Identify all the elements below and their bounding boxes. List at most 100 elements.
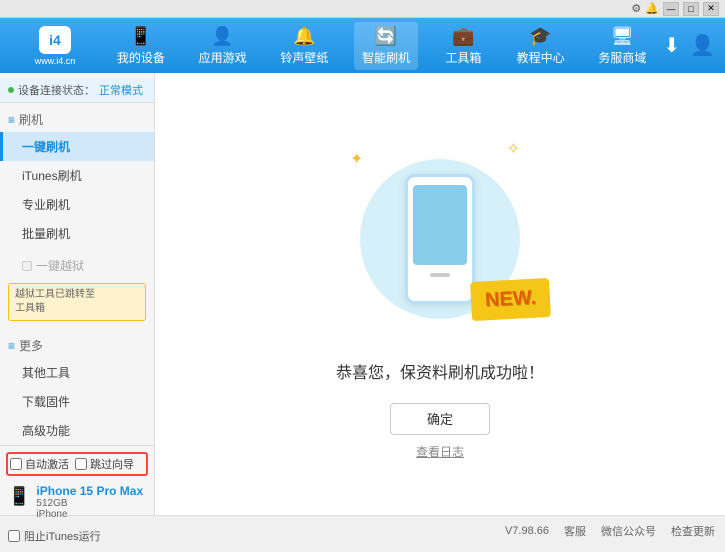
itunes-label[interactable]: 阻止iTunes运行 [24, 528, 101, 544]
sidebar: 设备连接状态： 正常模式 ≡ 刷机 一键刷机 iTunes刷机 专业刷机 批量刷… [0, 73, 155, 515]
device-storage: 512GB [36, 498, 143, 509]
content-area: NEW. ✦ ✧ 恭喜您，保资料刷机成功啦！ 确定 查看日志 [155, 73, 725, 515]
nav-apps-label: 应用游戏 [199, 49, 247, 66]
sparkle-icon-tl: ✦ [350, 149, 363, 169]
main: 设备连接状态： 正常模式 ≡ 刷机 一键刷机 iTunes刷机 专业刷机 批量刷… [0, 73, 725, 515]
flash-section-icon: ≡ [8, 113, 15, 127]
sidebar-batch-flash[interactable]: 批量刷机 [0, 219, 154, 248]
phone-body [405, 174, 475, 304]
itunes-checkbox[interactable] [8, 530, 20, 542]
sparkle-icon-tr: ✧ [507, 139, 520, 159]
toolbox-icon: 💼 [452, 26, 474, 47]
win-close[interactable]: ✕ [703, 2, 719, 16]
sidebar-bottom: 自动激活 跳过向导 📱 iPhone 15 Pro Max 512GB iPho… [0, 445, 154, 552]
logo-text: i4 [49, 32, 61, 48]
apps-icon: 👤 [211, 26, 233, 47]
log-link[interactable]: 查看日志 [416, 443, 464, 460]
nav-service[interactable]: 🖥 务服商域 [590, 22, 654, 70]
tutorial-icon: 🎓 [529, 26, 551, 47]
header: i4 www.i4.cn 📱 我的设备 👤 应用游戏 🔔 铃声壁纸 🔄 智能刷机… [0, 18, 725, 73]
auto-guide-item: 跳过向导 [75, 456, 134, 472]
device-details: iPhone 15 Pro Max 512GB iPhone [36, 484, 143, 520]
device-type: iPhone [36, 509, 143, 520]
phone-icon: 📱 [8, 486, 30, 507]
auto-activate-checkbox[interactable] [10, 458, 22, 470]
phone-btn [430, 273, 450, 277]
download-firmware-label: 下载固件 [22, 395, 70, 409]
pro-flash-label: 专业刷机 [22, 198, 70, 212]
nav-toolbox-label: 工具箱 [445, 49, 481, 66]
itunes-row: 阻止iTunes运行 [6, 524, 148, 548]
confirm-button[interactable]: 确定 [390, 403, 490, 435]
logo-subtitle: www.i4.cn [35, 56, 76, 66]
device-info: 📱 iPhone 15 Pro Max 512GB iPhone [6, 480, 148, 524]
logo-icon: i4 [39, 26, 71, 54]
ringtone-icon: 🔔 [293, 26, 315, 47]
status-label: 设备连接状态： [18, 82, 95, 98]
other-tools-label: 其他工具 [22, 366, 70, 380]
sidebar-itunes-flash[interactable]: iTunes刷机 [0, 161, 154, 190]
phone-screen [413, 185, 467, 265]
disabled-label: 一键越狱 [36, 257, 84, 274]
service-icon: 🖥 [611, 26, 634, 47]
nav-ringtones-label: 铃声壁纸 [280, 49, 328, 66]
flash-section: ≡ 刷机 一键刷机 iTunes刷机 专业刷机 批量刷机 [0, 107, 154, 248]
new-badge-text: NEW. [484, 286, 536, 311]
flash-section-header: ≡ 刷机 [0, 107, 154, 132]
sidebar-other-tools[interactable]: 其他工具 [0, 358, 154, 387]
sidebar-pro-flash[interactable]: 专业刷机 [0, 190, 154, 219]
header-right: ⬇ 👤 [663, 33, 715, 58]
download-btn[interactable]: ⬇ [663, 33, 680, 58]
more-section: ≡ 更多 其他工具 下载固件 高级功能 [0, 329, 154, 445]
disabled-section: 一键越狱 越狱工具已跳转至 工具箱 [0, 252, 154, 325]
auto-activate-item: 自动激活 [10, 456, 69, 472]
auto-activate-label[interactable]: 自动激活 [25, 456, 69, 472]
one-key-flash-label: 一键刷机 [22, 140, 70, 154]
user-btn[interactable]: 👤 [690, 33, 715, 58]
nav-smart-flash-label: 智能刷机 [362, 49, 410, 66]
batch-flash-label: 批量刷机 [22, 227, 70, 241]
nav-service-label: 务服商域 [598, 49, 646, 66]
nav-my-device[interactable]: 📱 我的设备 [109, 22, 173, 70]
win-max[interactable]: □ [683, 2, 699, 16]
footer-wechat[interactable]: 微信公众号 [601, 523, 656, 539]
nav-toolbox[interactable]: 💼 工具箱 [436, 22, 491, 70]
flash-icon: 🔄 [375, 26, 397, 47]
status-mode: 正常模式 [99, 82, 143, 98]
checkbox-row: 自动激活 跳过向导 [6, 452, 148, 476]
logo: i4 www.i4.cn [10, 26, 100, 66]
footer-customer-service[interactable]: 客服 [564, 523, 586, 539]
nav-smart-flash[interactable]: 🔄 智能刷机 [354, 22, 418, 70]
nav-tutorials-label: 教程中心 [517, 49, 565, 66]
sidebar-advanced[interactable]: 高级功能 [0, 416, 154, 445]
device-name: iPhone 15 Pro Max [36, 484, 143, 498]
nav-ringtones[interactable]: 🔔 铃声壁纸 [272, 22, 336, 70]
device-icon: 📱 [130, 26, 152, 47]
flash-section-label: 刷机 [19, 111, 43, 128]
jailbreak-notice: 越狱工具已跳转至 工具箱 [8, 283, 146, 321]
advanced-label: 高级功能 [22, 424, 70, 438]
nav-tutorials[interactable]: 🎓 教程中心 [509, 22, 573, 70]
more-section-header: ≡ 更多 [0, 333, 154, 358]
nav: 📱 我的设备 👤 应用游戏 🔔 铃声壁纸 🔄 智能刷机 💼 工具箱 🎓 教程中心… [100, 22, 663, 70]
nav-apps-games[interactable]: 👤 应用游戏 [191, 22, 255, 70]
sidebar-one-key-flash[interactable]: 一键刷机 [0, 132, 154, 161]
sidebar-download-firmware[interactable]: 下载固件 [0, 387, 154, 416]
version-label: V7.98.66 [505, 525, 549, 537]
success-message: 恭喜您，保资料刷机成功啦！ [336, 359, 544, 383]
footer-check-update[interactable]: 检查更新 [671, 523, 715, 539]
settings-icon[interactable]: ⚙ [631, 2, 641, 15]
top-bar: ⚙ 🔔 — □ ✕ [0, 0, 725, 18]
new-badge: NEW. [470, 277, 551, 320]
more-section-label: 更多 [19, 337, 43, 354]
nav-my-device-label: 我的设备 [117, 49, 165, 66]
itunes-flash-label: iTunes刷机 [22, 169, 82, 183]
auto-guide-label[interactable]: 跳过向导 [90, 456, 134, 472]
status-dot [8, 87, 14, 93]
minimize-icon[interactable]: 🔔 [645, 2, 659, 15]
one-key-jailbreak-disabled: 一键越狱 [0, 252, 154, 279]
win-min[interactable]: — [663, 2, 679, 16]
auto-guide-checkbox[interactable] [75, 458, 87, 470]
disabled-checkbox [22, 261, 32, 271]
more-section-icon: ≡ [8, 339, 15, 353]
